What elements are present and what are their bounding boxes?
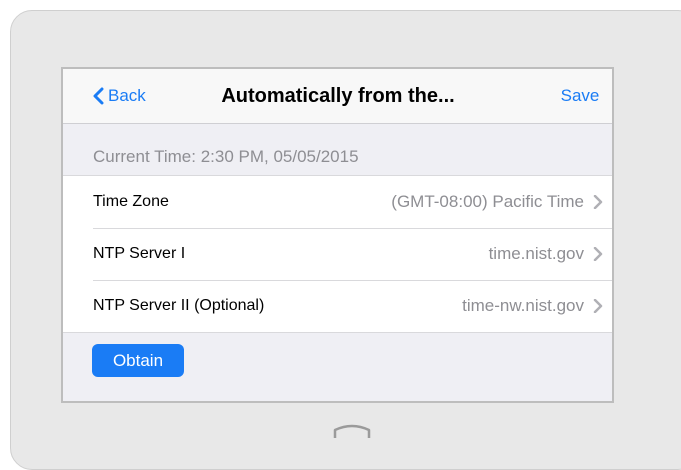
time-zone-label: Time Zone <box>93 193 169 210</box>
chevron-right-icon <box>593 195 603 209</box>
settings-screen: Back Automatically from the... Save Curr… <box>61 67 614 403</box>
ntp-server-1-row[interactable]: NTP Server I time.nist.gov <box>63 228 612 280</box>
chevron-left-icon <box>93 87 104 105</box>
home-button-icon[interactable] <box>332 420 372 440</box>
chevron-right-icon <box>593 299 603 313</box>
ntp-server-2-value: time-nw.nist.gov <box>462 296 584 315</box>
back-label: Back <box>108 86 146 105</box>
ntp-server-1-label: NTP Server I <box>93 245 186 262</box>
ntp-server-1-value: time.nist.gov <box>488 244 584 263</box>
current-time-label: Current Time: 2:30 PM, 05/05/2015 <box>93 147 359 166</box>
back-button[interactable]: Back <box>93 84 146 108</box>
chevron-right-icon <box>593 247 603 261</box>
time-zone-row[interactable]: Time Zone (GMT-08:00) Pacific Time <box>63 176 612 228</box>
settings-list: Time Zone (GMT-08:00) Pacific Time NTP S… <box>63 175 612 333</box>
page-title: Automatically from the... <box>221 85 455 107</box>
obtain-button[interactable]: Obtain <box>92 344 184 377</box>
save-button[interactable]: Save <box>550 84 610 108</box>
time-zone-value: (GMT-08:00) Pacific Time <box>391 192 584 211</box>
ntp-server-2-label: NTP Server II (Optional) <box>93 297 265 314</box>
navigation-bar: Back Automatically from the... Save <box>63 69 612 124</box>
ntp-server-2-row[interactable]: NTP Server II (Optional) time-nw.nist.go… <box>63 280 612 332</box>
